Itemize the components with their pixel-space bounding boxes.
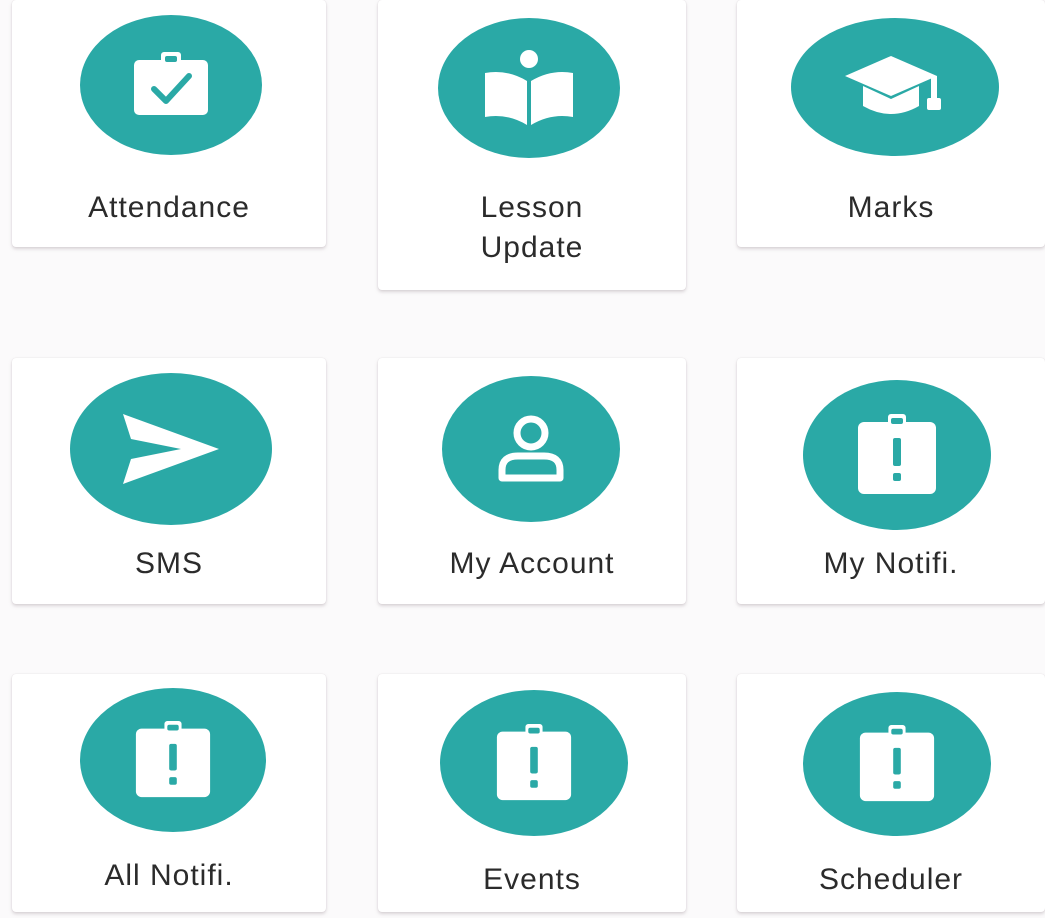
tile-label: My Notifi.: [737, 544, 1045, 584]
tile-attendance[interactable]: Attendance: [12, 0, 326, 247]
tile-label: Events: [378, 860, 686, 900]
lesson-label-line2: Update: [480, 231, 584, 264]
dashboard-grid: Attendance Lesson Update Marks SMS My Ac…: [0, 0, 1045, 918]
graduation-cap-icon: [845, 56, 941, 114]
sms-icon-circle: [70, 373, 272, 525]
attendance-icon-circle: [80, 15, 262, 155]
lesson-label-line1: Lesson: [480, 191, 584, 224]
my-account-icon-circle: [442, 376, 620, 522]
my-notifi-label: My Notifi.: [823, 547, 959, 580]
clipboard-alert-icon: [858, 414, 936, 494]
tile-label: Marks: [737, 188, 1045, 228]
tile-lesson-update[interactable]: Lesson Update: [378, 0, 686, 290]
my-account-label: My Account: [449, 547, 615, 580]
send-icon: [123, 414, 219, 484]
user-icon: [498, 415, 564, 482]
tile-label: SMS: [12, 544, 326, 584]
events-label: Events: [483, 863, 581, 896]
tile-marks[interactable]: Marks: [737, 0, 1045, 247]
tile-label: All Notifi.: [12, 856, 326, 896]
tile-all-notifi[interactable]: All Notifi.: [12, 674, 326, 912]
tile-my-account[interactable]: My Account: [378, 358, 686, 604]
my-notifi-icon-circle: [803, 380, 991, 530]
clipboard-check-icon: [134, 52, 208, 115]
attendance-label: Attendance: [88, 191, 250, 224]
tile-label: Scheduler: [737, 860, 1045, 900]
lesson-update-icon-circle: [438, 18, 620, 158]
tile-scheduler[interactable]: Scheduler: [737, 674, 1045, 912]
tile-label: My Account: [378, 544, 686, 584]
events-icon-circle: [440, 690, 628, 836]
marks-icon-circle: [791, 18, 999, 156]
all-notifi-icon-circle: [80, 688, 266, 832]
tile-events[interactable]: Events: [378, 674, 686, 912]
tile-label: Lesson Update: [378, 188, 686, 268]
marks-label: Marks: [847, 191, 935, 224]
all-notifi-label: All Notifi.: [104, 859, 234, 892]
book-reader-icon: [485, 50, 573, 125]
tile-sms[interactable]: SMS: [12, 358, 326, 604]
clipboard-alert-icon: [496, 724, 572, 801]
scheduler-label: Scheduler: [818, 863, 964, 896]
tile-label: Attendance: [12, 188, 326, 228]
tile-my-notifi[interactable]: My Notifi.: [737, 358, 1045, 604]
sms-label: SMS: [134, 547, 203, 580]
scheduler-icon-circle: [803, 692, 991, 836]
clipboard-alert-icon: [859, 725, 935, 802]
clipboard-alert-icon: [135, 721, 211, 798]
